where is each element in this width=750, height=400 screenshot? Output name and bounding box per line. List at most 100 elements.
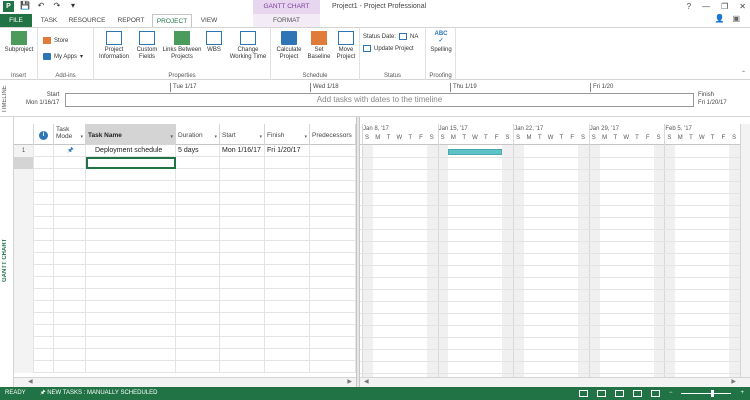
empty-row[interactable] [14,169,356,181]
empty-cell[interactable] [86,253,176,265]
empty-cell[interactable] [176,229,220,241]
empty-cell[interactable] [34,181,54,193]
empty-cell[interactable] [54,265,86,277]
task-bar[interactable] [448,149,503,155]
user-avatar-icon[interactable]: 👤 [714,14,724,23]
gantt-horizontal-scrollbar[interactable]: ◀ ▶ [360,377,750,387]
empty-cell[interactable] [265,349,310,361]
collapse-ribbon-icon[interactable]: ⌃ [741,70,746,77]
empty-cell[interactable] [310,253,356,265]
empty-cell[interactable] [220,337,265,349]
table-row[interactable] [14,157,356,169]
empty-cell[interactable] [176,277,220,289]
empty-cell[interactable] [220,253,265,265]
empty-cell[interactable] [310,289,356,301]
save-icon[interactable]: 💾 [20,1,30,10]
empty-cell[interactable] [220,361,265,373]
empty-cell[interactable] [176,337,220,349]
empty-cell[interactable] [220,277,265,289]
empty-cell[interactable] [176,289,220,301]
change-working-time-button[interactable]: Change Working Time [226,31,270,61]
empty-cell[interactable] [220,217,265,229]
header-finish[interactable]: Finish ▾ [265,124,310,145]
empty-cell[interactable] [14,301,34,313]
empty-row[interactable] [14,313,356,325]
update-project-button[interactable]: Update Project [363,45,414,52]
scroll-right-icon[interactable]: ▶ [347,378,356,387]
empty-cell[interactable] [14,241,34,253]
move-project-button[interactable]: Move Project [333,31,359,61]
empty-cell[interactable] [34,313,54,325]
empty-cell[interactable] [34,217,54,229]
header-start[interactable]: Start ▾ [220,124,265,145]
empty-cell[interactable] [265,325,310,337]
empty-cell[interactable] [86,325,176,337]
empty-cell[interactable] [14,205,34,217]
empty-cell[interactable] [14,277,34,289]
empty-row[interactable] [14,337,356,349]
empty-cell[interactable] [34,229,54,241]
empty-cell[interactable] [265,193,310,205]
empty-row[interactable] [14,265,356,277]
store-button[interactable]: Store [43,37,68,44]
tab-format[interactable]: FORMAT [253,14,320,27]
redo-icon[interactable]: ↷ [52,1,62,10]
empty-cell[interactable] [220,289,265,301]
header-duration[interactable]: Duration ▾ [176,124,220,145]
empty-row[interactable] [14,229,356,241]
scroll-left-icon[interactable]: ◀ [14,379,33,385]
empty-row[interactable] [14,217,356,229]
empty-cell[interactable] [310,361,356,373]
empty-cell[interactable] [14,337,34,349]
header-task-mode[interactable]: Task Mode ▾ [54,124,86,145]
help-button[interactable]: ? [687,0,691,14]
resource-sheet-view-icon[interactable] [632,390,642,397]
empty-cell[interactable] [34,349,54,361]
task-mode-cell[interactable] [54,157,86,169]
task-name-cell[interactable]: Deployment schedule [86,145,176,157]
empty-cell[interactable] [310,349,356,361]
empty-cell[interactable] [176,265,220,277]
empty-cell[interactable] [265,205,310,217]
empty-row[interactable] [14,349,356,361]
my-apps-button[interactable]: My Apps ▾ [43,53,83,60]
empty-cell[interactable] [34,301,54,313]
empty-cell[interactable] [220,265,265,277]
empty-cell[interactable] [265,253,310,265]
empty-cell[interactable] [54,289,86,301]
finish-cell[interactable] [265,157,310,169]
empty-cell[interactable] [54,349,86,361]
tab-project[interactable]: PROJECT [152,14,192,27]
predecessors-cell[interactable] [310,157,356,169]
empty-cell[interactable] [14,229,34,241]
empty-cell[interactable] [310,277,356,289]
indicators-header[interactable]: i [34,124,54,145]
empty-row[interactable] [14,193,356,205]
empty-cell[interactable] [14,181,34,193]
empty-cell[interactable] [176,241,220,253]
empty-cell[interactable] [310,337,356,349]
empty-cell[interactable] [220,349,265,361]
empty-row[interactable] [14,361,356,373]
empty-cell[interactable] [265,289,310,301]
empty-cell[interactable] [54,241,86,253]
undo-icon[interactable]: ↶ [36,1,46,10]
empty-cell[interactable] [54,313,86,325]
empty-cell[interactable] [220,205,265,217]
empty-cell[interactable] [265,265,310,277]
start-cell[interactable] [220,157,265,169]
empty-cell[interactable] [265,361,310,373]
empty-cell[interactable] [310,193,356,205]
table-row[interactable]: 1 🖈 Deployment schedule 5 days Mon 1/16/… [14,145,356,157]
close-button[interactable]: ✕ [739,0,746,14]
empty-cell[interactable] [265,277,310,289]
empty-cell[interactable] [220,325,265,337]
empty-cell[interactable] [265,337,310,349]
empty-cell[interactable] [310,229,356,241]
project-app-icon[interactable]: P [3,1,14,12]
minimize-button[interactable]: — [702,0,710,14]
tab-view[interactable]: VIEW [194,14,224,27]
empty-cell[interactable] [86,337,176,349]
start-cell[interactable]: Mon 1/16/17 [220,145,265,157]
report-view-icon[interactable] [650,390,660,397]
